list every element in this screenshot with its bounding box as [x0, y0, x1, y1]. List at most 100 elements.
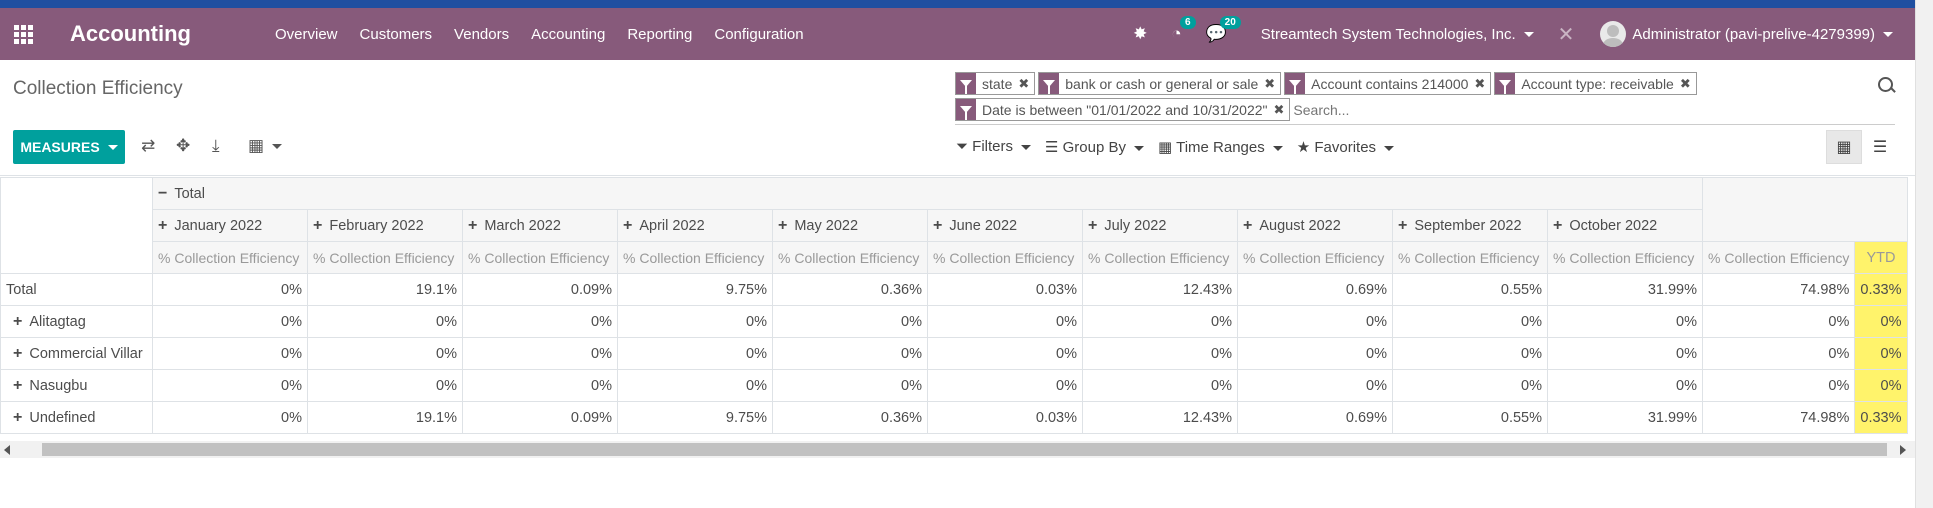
measure-header[interactable]: % Collection Efficiency [1237, 241, 1393, 274]
close-icon[interactable]: ✕ [1558, 22, 1575, 47]
measure-header[interactable]: % Collection Efficiency [152, 241, 308, 274]
pivot-cell[interactable]: 0% [1082, 369, 1238, 402]
row-header[interactable]: + Undefined [0, 401, 153, 434]
pivot-cell[interactable]: 0% [152, 273, 308, 306]
download-icon[interactable]: ⤓ [212, 136, 220, 156]
facet-account[interactable]: Account contains 214000 ✖ [1284, 72, 1492, 95]
menu-overview[interactable]: Overview [264, 26, 349, 43]
menu-configuration[interactable]: Configuration [703, 26, 814, 43]
scrollbar-thumb[interactable] [42, 443, 1887, 456]
facet-account-type[interactable]: Account type: receivable ✖ [1494, 72, 1697, 95]
measure-header-total[interactable]: % Collection Efficiency [1701, 241, 1856, 274]
pivot-cell[interactable]: 0.03% [927, 401, 1083, 434]
measure-header[interactable]: % Collection Efficiency [927, 241, 1083, 274]
pivot-cell[interactable]: 0% [462, 369, 618, 402]
menu-vendors[interactable]: Vendors [443, 26, 520, 43]
pivot-cell[interactable]: 0.09% [462, 273, 618, 306]
pivot-cell[interactable]: 0% [1547, 337, 1703, 370]
app-brand[interactable]: Accounting [70, 21, 260, 47]
pivot-cell-ytd[interactable]: 0% [1854, 305, 1908, 338]
pivot-cell-total[interactable]: 74.98% [1701, 401, 1856, 434]
menu-accounting[interactable]: Accounting [520, 26, 616, 43]
pivot-cell[interactable]: 0% [927, 337, 1083, 370]
pivot-cell[interactable]: 0.55% [1392, 273, 1548, 306]
pivot-cell[interactable]: 0% [152, 305, 308, 338]
remove-facet-icon[interactable]: ✖ [1474, 76, 1490, 92]
apps-menu-icon[interactable] [0, 8, 46, 60]
group-by-dropdown[interactable]: ☰ Group By [1045, 138, 1145, 156]
col-header-month[interactable]: + August 2022 [1237, 209, 1393, 242]
facet-date[interactable]: Date is between "01/01/2022 and 10/31/20… [955, 98, 1291, 121]
pivot-cell-ytd[interactable]: 0.33% [1854, 401, 1908, 434]
pivot-cell[interactable]: 19.1% [307, 273, 463, 306]
row-header[interactable]: + Alitagtag [0, 305, 153, 338]
measure-header[interactable]: % Collection Efficiency [617, 241, 773, 274]
pivot-cell[interactable]: 0.69% [1237, 273, 1393, 306]
row-header[interactable]: + Commercial Villar [0, 337, 153, 370]
facet-journal[interactable]: bank or cash or general or sale ✖ [1038, 72, 1282, 95]
messages-icon[interactable]: 💬 20 [1206, 16, 1241, 44]
measure-header[interactable]: % Collection Efficiency [307, 241, 463, 274]
pivot-cell[interactable]: 0.03% [927, 273, 1083, 306]
pivot-cell[interactable]: 0% [1547, 369, 1703, 402]
expand-all-icon[interactable]: ✥ [176, 136, 190, 156]
pivot-cell[interactable]: 0% [772, 305, 928, 338]
calendar-icon[interactable]: ▦ [248, 136, 283, 156]
ytd-header[interactable]: YTD [1854, 241, 1908, 274]
pivot-cell[interactable]: 0.09% [462, 401, 618, 434]
pivot-cell-total[interactable]: 74.98% [1701, 273, 1856, 306]
remove-facet-icon[interactable]: ✖ [1264, 76, 1280, 92]
company-switcher[interactable]: Streamtech System Technologies, Inc. [1261, 26, 1534, 43]
col-header-total[interactable]: − Total [152, 177, 1703, 210]
measure-header[interactable]: % Collection Efficiency [1547, 241, 1703, 274]
filters-dropdown[interactable]: ⏷ Filters [956, 138, 1032, 156]
measure-header[interactable]: % Collection Efficiency [1082, 241, 1238, 274]
measure-header[interactable]: % Collection Efficiency [772, 241, 928, 274]
facet-state[interactable]: state ✖ [955, 72, 1036, 95]
pivot-cell[interactable]: 0% [1082, 305, 1238, 338]
col-header-month[interactable]: + June 2022 [927, 209, 1083, 242]
bug-icon[interactable]: ✸ [1133, 24, 1147, 44]
pivot-cell[interactable]: 0% [1082, 337, 1238, 370]
pivot-cell[interactable]: 0.36% [772, 273, 928, 306]
pivot-cell[interactable]: 0% [462, 305, 618, 338]
pivot-cell[interactable]: 0% [927, 369, 1083, 402]
col-header-month[interactable]: + April 2022 [617, 209, 773, 242]
pivot-cell[interactable]: 0% [152, 369, 308, 402]
pivot-cell[interactable]: 12.43% [1082, 273, 1238, 306]
pivot-cell[interactable]: 0% [617, 305, 773, 338]
pivot-cell[interactable]: 31.99% [1547, 273, 1703, 306]
pivot-cell-total[interactable]: 0% [1701, 369, 1856, 402]
col-header-month[interactable]: + March 2022 [462, 209, 618, 242]
measure-header[interactable]: % Collection Efficiency [1392, 241, 1548, 274]
pivot-cell[interactable]: 0% [772, 337, 928, 370]
list-view-icon[interactable]: ☰ [1862, 130, 1898, 164]
scroll-right-icon[interactable] [1900, 445, 1906, 455]
horizontal-scrollbar[interactable] [0, 441, 1915, 458]
pivot-cell[interactable]: 0% [1237, 337, 1393, 370]
pivot-cell-ytd[interactable]: 0% [1854, 337, 1908, 370]
remove-facet-icon[interactable]: ✖ [1018, 76, 1034, 92]
pivot-cell[interactable]: 0% [307, 305, 463, 338]
scroll-left-icon[interactable] [4, 445, 10, 455]
pivot-cell[interactable]: 0% [307, 369, 463, 402]
remove-facet-icon[interactable]: ✖ [1680, 76, 1696, 92]
vertical-scrollbar[interactable] [1915, 0, 1933, 508]
pivot-cell[interactable]: 0% [1237, 305, 1393, 338]
activity-clock-icon[interactable]: ◔ 6 [1171, 16, 1196, 44]
row-header-total[interactable]: Total [0, 273, 153, 306]
flip-axis-icon[interactable]: ⇄ [141, 136, 155, 156]
pivot-cell[interactable]: 0% [1237, 369, 1393, 402]
col-header-month[interactable]: + February 2022 [307, 209, 463, 242]
pivot-cell[interactable]: 9.75% [617, 401, 773, 434]
time-ranges-dropdown[interactable]: ▦ Time Ranges [1158, 138, 1283, 156]
pivot-cell[interactable]: 19.1% [307, 401, 463, 434]
col-header-month[interactable]: + May 2022 [772, 209, 928, 242]
pivot-cell[interactable]: 0% [307, 337, 463, 370]
measure-header[interactable]: % Collection Efficiency [462, 241, 618, 274]
user-menu[interactable]: Administrator (pavi-prelive-4279399) [1600, 21, 1893, 47]
pivot-cell[interactable]: 0.36% [772, 401, 928, 434]
pivot-cell[interactable]: 0% [772, 369, 928, 402]
measures-button[interactable]: MEASURES [13, 130, 125, 164]
pivot-cell-total[interactable]: 0% [1701, 337, 1856, 370]
